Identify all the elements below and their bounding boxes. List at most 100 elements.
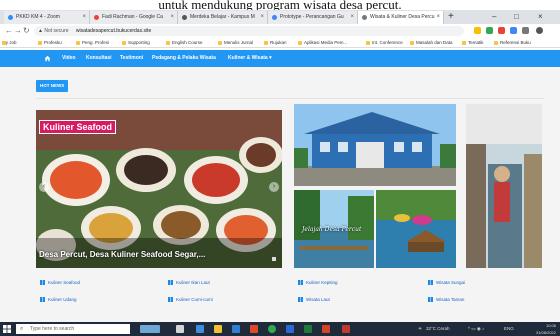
windows-start-icon[interactable] xyxy=(3,325,11,333)
thumb-office-building[interactable] xyxy=(294,104,456,186)
category-link[interactable]: Wisata Taman xyxy=(428,296,464,304)
hero-category-tag: Kuliner Seafood xyxy=(39,120,117,134)
close-icon[interactable]: × xyxy=(82,11,86,24)
bookmark-item[interactable]: Masalah dan Data xyxy=(410,38,453,48)
nav-item-testimoni[interactable]: Testimoni xyxy=(120,50,143,67)
bookmarks-bar: My Job Profesku Peng. Profesi Supporting… xyxy=(0,38,560,48)
nav-item-pedagang[interactable]: Pedagang & Pelaku Wisata xyxy=(152,50,216,67)
address-bar[interactable]: ▲ Not secure wisatadesapercut.bukucerdas… xyxy=(34,26,464,36)
tab-label: PKKD KM 4 - Zoom xyxy=(16,14,60,20)
profile-avatar[interactable] xyxy=(536,27,543,34)
google-icon xyxy=(94,15,99,20)
category-link[interactable]: Wisata Laut xyxy=(298,296,330,304)
tab-label: Fadi Rachman - Google Ca xyxy=(102,14,163,20)
prev-arrow-icon[interactable]: ‹ xyxy=(39,182,49,192)
forward-icon[interactable]: → xyxy=(14,25,22,37)
tab-merdeka-belajar[interactable]: Merdeka Belajar - Kampus M × xyxy=(178,11,268,24)
language-indicator[interactable]: ENG xyxy=(504,322,514,336)
news-widget-icon[interactable] xyxy=(140,325,160,333)
bookmark-item[interactable]: Int. Conference xyxy=(366,38,403,48)
screen: untuk mendukung program wisata desa perc… xyxy=(0,0,560,336)
back-icon[interactable]: ← xyxy=(5,25,13,37)
thumb-park[interactable]: Jelajah Desa Percut xyxy=(294,190,374,268)
bookmark-item[interactable]: Menulis Jurnal xyxy=(218,38,253,48)
acrobat-icon[interactable] xyxy=(322,325,330,333)
taskbar: ⌕ Type here to search ☀ 32°C Cerah ^ ▭ ◉… xyxy=(0,322,560,336)
bookmark-item[interactable]: Rujukan xyxy=(264,38,287,48)
task-view-icon[interactable] xyxy=(176,325,184,333)
divider xyxy=(36,98,544,99)
page-caption: untuk mendukung program wisata desa perc… xyxy=(0,0,560,10)
tab-zoom[interactable]: PKKD KM 4 - Zoom × xyxy=(4,11,90,24)
tab-wisata-kuliner[interactable]: Wisata & Kuliner Desa Percu × xyxy=(358,11,444,24)
tray-icons[interactable]: ^ ▭ ◉ ♪ xyxy=(468,322,484,336)
nav-item-video[interactable]: Video xyxy=(62,50,76,67)
bookmark-apps[interactable]: My Job xyxy=(2,38,17,48)
thumb-caption: Jelajah Desa Percut xyxy=(302,226,362,233)
minimize-icon[interactable]: – xyxy=(492,10,496,24)
taskbar-search-input[interactable]: ⌕ Type here to search xyxy=(16,324,130,334)
tab-label: Prototype - Perancangan Gu xyxy=(280,14,344,20)
extension-icon[interactable] xyxy=(486,27,493,34)
slider-dot[interactable] xyxy=(272,257,276,261)
excel-icon[interactable] xyxy=(304,325,312,333)
thumb-market[interactable] xyxy=(466,104,542,268)
extension-icon[interactable] xyxy=(510,27,517,34)
tab-label: Wisata & Kuliner Desa Percu xyxy=(370,14,435,20)
new-tab-button[interactable]: + xyxy=(448,10,454,24)
weather-text[interactable]: 32°C Cerah xyxy=(426,322,450,336)
category-link[interactable]: Kuliner Cumi-cumi xyxy=(168,296,213,304)
globe-icon xyxy=(362,15,367,20)
bookmark-item[interactable]: Aplikasi Media Pem... xyxy=(298,38,347,48)
clock-time: 10:06 xyxy=(545,323,556,328)
category-link[interactable]: Kuliner Seafood xyxy=(40,279,80,287)
zoom-app-icon[interactable] xyxy=(286,325,294,333)
zoom-icon xyxy=(8,15,13,20)
category-link[interactable]: Kuliner Udang xyxy=(40,296,77,304)
hero-slider[interactable]: Kuliner Seafood ‹ › Desa Percut, Desa Ku… xyxy=(36,110,282,268)
category-link[interactable]: Kuliner Ikan Laut xyxy=(168,279,210,287)
reload-icon[interactable]: ↻ xyxy=(23,25,30,37)
close-icon[interactable]: × xyxy=(170,11,174,24)
river-photo xyxy=(376,190,456,268)
extension-icon[interactable] xyxy=(498,27,505,34)
next-arrow-icon[interactable]: › xyxy=(269,182,279,192)
star-icon[interactable] xyxy=(474,27,481,34)
maximize-icon[interactable]: □ xyxy=(514,10,519,24)
office-icon[interactable] xyxy=(250,325,258,333)
category-link[interactable]: Kuliner Kepiting xyxy=(298,279,338,287)
site-navbar: Video Konsultasi Testimoni Pedagang & Pe… xyxy=(0,50,560,67)
category-link[interactable]: Wisata Sungai xyxy=(428,279,465,287)
file-explorer-icon[interactable] xyxy=(214,325,222,333)
bookmark-item[interactable]: Peng. Profesi xyxy=(76,38,109,48)
powerpoint-icon[interactable] xyxy=(342,325,350,333)
clock-date: 31/08/2022 xyxy=(535,330,556,335)
hero-caption[interactable]: Desa Percut, Desa Kuliner Seafood Segar,… xyxy=(39,250,205,259)
tab-label: Merdeka Belajar - Kampus M xyxy=(190,14,255,20)
nav-item-kuliner-wisata[interactable]: Kuliner & Wisata ▾ xyxy=(228,50,272,67)
bookmark-item[interactable]: English Course xyxy=(166,38,203,48)
building-photo xyxy=(294,104,456,186)
close-icon[interactable]: × xyxy=(436,11,440,24)
hot-news-badge[interactable]: HOT NEWS xyxy=(36,80,69,92)
edge-icon[interactable] xyxy=(196,325,204,333)
bookmark-item[interactable]: Referensi Buku xyxy=(494,38,531,48)
bookmark-item[interactable]: Supporting xyxy=(122,38,150,48)
security-label: Not secure xyxy=(44,28,69,34)
close-window-icon[interactable]: × xyxy=(538,10,543,24)
close-icon[interactable]: × xyxy=(260,11,264,24)
tab-google-calendar[interactable]: Fadi Rachman - Google Ca × xyxy=(90,11,178,24)
tab-prototype[interactable]: Prototype - Perancangan Gu × xyxy=(268,11,358,24)
close-icon[interactable]: × xyxy=(350,11,354,24)
bookmark-item[interactable]: Tematik xyxy=(462,38,484,48)
nav-item-konsultasi[interactable]: Konsultasi xyxy=(86,50,112,67)
mail-icon xyxy=(182,15,187,20)
puzzle-icon[interactable] xyxy=(522,27,529,34)
chrome-icon[interactable] xyxy=(268,325,276,333)
mail-app-icon[interactable] xyxy=(232,325,240,333)
clock[interactable]: 10:06 31/08/2022 xyxy=(524,322,556,336)
bookmark-item[interactable]: Profesku xyxy=(38,38,62,48)
weather-icon[interactable]: ☀ xyxy=(418,322,422,336)
thumb-river-boat[interactable] xyxy=(376,190,456,268)
home-icon[interactable] xyxy=(44,55,51,62)
